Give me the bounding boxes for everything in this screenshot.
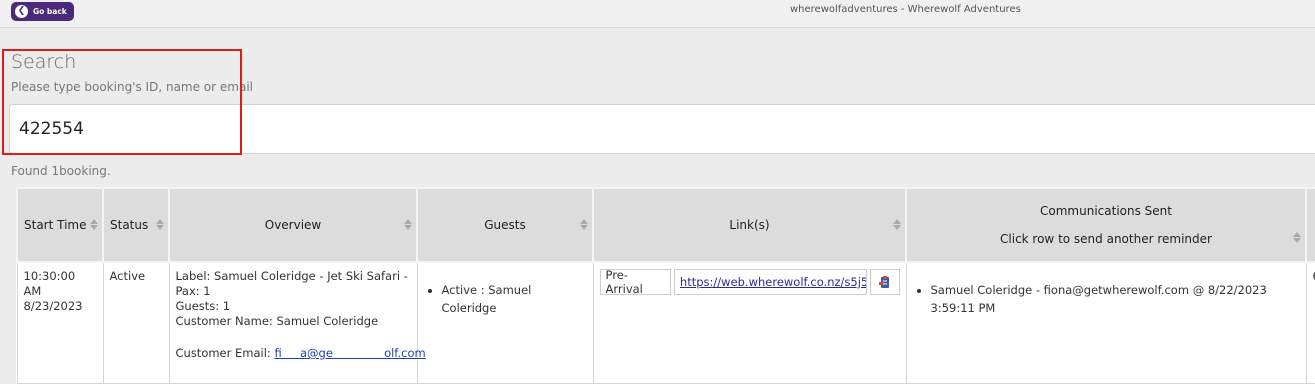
overview-customer-name: Customer Name: Samuel Coleridge [176,314,411,329]
bookings-table: Start Time Status Overview Guests Link(s… [16,187,1315,384]
cell-status: Active [103,262,169,384]
links-header-label: Link(s) [729,218,769,232]
sort-arrows-icon [580,218,588,231]
go-back-label: Go back [33,7,67,16]
column-header-communications[interactable]: Communications Sent Click row to send an… [906,188,1306,262]
overview-customer-email: Customer Email: fi a@ge olf.com [176,346,411,361]
result-count: Found 1booking. [11,164,111,178]
status-value: Active [110,269,146,283]
link-type-label: Pre-Arrival [600,269,671,295]
search-input[interactable] [9,104,1315,154]
sort-arrows-icon [1293,231,1301,244]
overview-header-label: Overview [265,218,322,232]
customer-email-link[interactable]: fi a@ge olf.com [274,346,425,360]
overview-guests: Guests: 1 [176,299,411,314]
start-date-value: 8/23/2023 [24,299,97,314]
column-header-start-time[interactable]: Start Time [17,188,103,262]
customer-email-prefix: Customer Email: [176,346,275,360]
start-time-value: 10:30:00 AM [24,269,97,299]
sort-arrows-icon [893,218,901,231]
link-url[interactable]: https://web.wherewolf.co.nz/s5j5ug [674,269,867,295]
cell-links: Pre-Arrival https://web.wherewolf.co.nz/… [593,262,906,384]
overview-label: Label: Samuel Coleridge - Jet Ski Safari… [176,269,411,299]
cell-extra: 6 [1306,262,1315,384]
cell-communications[interactable]: Samuel Coleridge - fiona@getwherewolf.co… [906,262,1306,384]
search-title: Search [11,51,76,73]
guest-item: Active : Samuel Coleridge [442,281,587,317]
communication-item: Samuel Coleridge - fiona@getwherewolf.co… [931,281,1300,317]
column-header-status[interactable]: Status [103,188,169,262]
top-bar: ❮ Go back wherewolfadventures - Wherewol… [0,0,1315,28]
app-title: wherewolfadventures - Wherewolf Adventur… [600,4,1200,15]
table-row[interactable]: 10:30:00 AM 8/23/2023 Active Label: Samu… [17,262,1315,384]
sort-arrows-icon [156,218,164,231]
column-header-links[interactable]: Link(s) [593,188,906,262]
sort-arrows-icon [404,218,412,231]
communications-header-subtitle: Click row to send another reminder [913,232,1299,246]
search-hint: Please type booking's ID, name or email [11,80,253,94]
status-header-label: Status [110,218,148,232]
chevron-left-icon: ❮ [15,5,28,18]
column-header-guests[interactable]: Guests [417,188,593,262]
clipboard-icon[interactable] [870,269,900,295]
cell-guests: Active : Samuel Coleridge [417,262,593,384]
column-header-overview[interactable]: Overview [169,188,417,262]
guests-header-label: Guests [484,218,526,232]
column-header-extra [1306,188,1315,262]
sort-arrows-icon [90,218,98,231]
communications-header-label: Communications Sent [913,204,1299,218]
cell-overview: Label: Samuel Coleridge - Jet Ski Safari… [169,262,417,384]
cell-start-time: 10:30:00 AM 8/23/2023 [17,262,103,384]
start-time-header-label: Start Time [24,218,87,232]
go-back-button[interactable]: ❮ Go back [11,2,74,21]
